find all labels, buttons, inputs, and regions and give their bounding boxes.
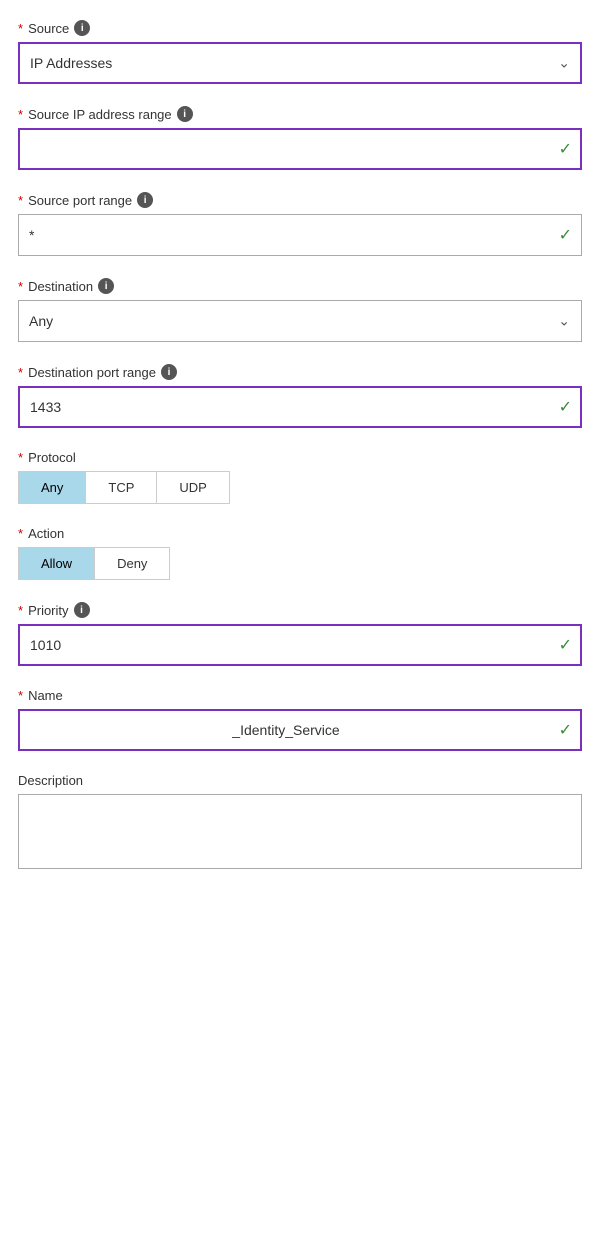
destination-label-text: Destination	[28, 279, 93, 294]
source-ip-range-label-text: Source IP address range	[28, 107, 172, 122]
source-label: * Source i	[18, 20, 582, 36]
destination-label: * Destination i	[18, 278, 582, 294]
destination-port-info-icon[interactable]: i	[161, 364, 177, 380]
name-input-wrapper: ✓	[18, 709, 582, 751]
priority-group: * Priority i ✓	[18, 602, 582, 666]
destination-info-icon[interactable]: i	[98, 278, 114, 294]
destination-port-range-group: * Destination port range i ✓	[18, 364, 582, 428]
source-port-range-input[interactable]	[18, 214, 582, 256]
action-required: *	[18, 526, 23, 541]
name-label-text: Name	[28, 688, 63, 703]
source-required: *	[18, 21, 23, 36]
priority-label: * Priority i	[18, 602, 582, 618]
action-group: * Action Allow Deny	[18, 526, 582, 580]
source-label-text: Source	[28, 21, 69, 36]
name-group: * Name ✓	[18, 688, 582, 751]
destination-select-wrapper: AnyIP AddressesService TagApplication se…	[18, 300, 582, 342]
source-port-range-label-text: Source port range	[28, 193, 132, 208]
source-ip-range-input-wrapper: ✓	[18, 128, 582, 170]
source-ip-info-icon[interactable]: i	[177, 106, 193, 122]
name-label: * Name	[18, 688, 582, 703]
action-allow-button[interactable]: Allow	[19, 548, 95, 579]
destination-port-checkmark: ✓	[559, 397, 572, 417]
source-ip-range-group: * Source IP address range i ✓	[18, 106, 582, 170]
source-port-required: *	[18, 193, 23, 208]
source-port-range-label: * Source port range i	[18, 192, 582, 208]
priority-label-text: Priority	[28, 603, 68, 618]
source-select-wrapper: IP AddressesAnyIP AddressesService TagAp…	[18, 42, 582, 84]
priority-info-icon[interactable]: i	[74, 602, 90, 618]
name-input[interactable]	[18, 709, 582, 751]
source-ip-required: *	[18, 107, 23, 122]
destination-port-range-label: * Destination port range i	[18, 364, 582, 380]
destination-port-range-label-text: Destination port range	[28, 365, 156, 380]
source-group: * Source i IP AddressesAnyIP AddressesSe…	[18, 20, 582, 84]
description-group: Description	[18, 773, 582, 874]
source-port-checkmark: ✓	[559, 225, 572, 245]
destination-port-required: *	[18, 365, 23, 380]
action-deny-button[interactable]: Deny	[95, 548, 169, 579]
source-port-range-input-wrapper: ✓	[18, 214, 582, 256]
protocol-group: * Protocol Any TCP UDP	[18, 450, 582, 504]
protocol-udp-button[interactable]: UDP	[157, 472, 228, 503]
destination-port-range-input[interactable]	[18, 386, 582, 428]
description-label: Description	[18, 773, 582, 788]
protocol-label-text: Protocol	[28, 450, 76, 465]
destination-required: *	[18, 279, 23, 294]
description-label-text: Description	[18, 773, 83, 788]
action-toggle-group: Allow Deny	[18, 547, 170, 580]
source-ip-range-label: * Source IP address range i	[18, 106, 582, 122]
action-label: * Action	[18, 526, 582, 541]
source-select[interactable]: IP AddressesAnyIP AddressesService TagAp…	[18, 42, 582, 84]
priority-input-wrapper: ✓	[18, 624, 582, 666]
protocol-label: * Protocol	[18, 450, 582, 465]
name-checkmark: ✓	[559, 720, 572, 740]
description-textarea[interactable]	[18, 794, 582, 869]
priority-checkmark: ✓	[559, 635, 572, 655]
protocol-any-button[interactable]: Any	[19, 472, 86, 503]
source-ip-range-input[interactable]	[18, 128, 582, 170]
name-required: *	[18, 688, 23, 703]
priority-input[interactable]	[18, 624, 582, 666]
source-ip-checkmark: ✓	[559, 139, 572, 159]
source-port-range-group: * Source port range i ✓	[18, 192, 582, 256]
protocol-toggle-group: Any TCP UDP	[18, 471, 230, 504]
destination-port-range-input-wrapper: ✓	[18, 386, 582, 428]
source-info-icon[interactable]: i	[74, 20, 90, 36]
destination-select[interactable]: AnyIP AddressesService TagApplication se…	[18, 300, 582, 342]
destination-group: * Destination i AnyIP AddressesService T…	[18, 278, 582, 342]
priority-required: *	[18, 603, 23, 618]
protocol-tcp-button[interactable]: TCP	[86, 472, 157, 503]
action-label-text: Action	[28, 526, 64, 541]
protocol-required: *	[18, 450, 23, 465]
source-port-info-icon[interactable]: i	[137, 192, 153, 208]
